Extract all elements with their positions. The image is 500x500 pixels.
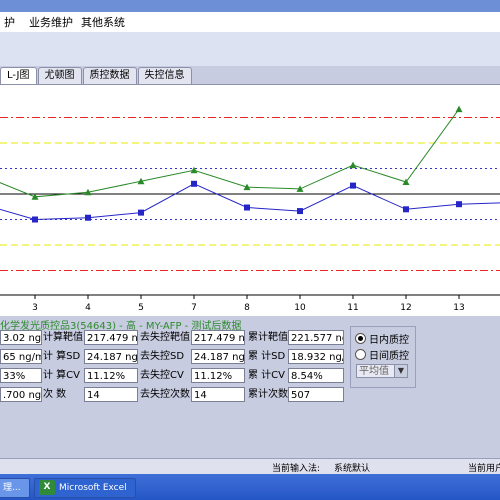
- menu-item-maintenance[interactable]: 护: [0, 14, 19, 30]
- lj-chart: 3 4 5 7 8 10 11 12 13: [0, 105, 500, 313]
- qc-info-panel: 化学发光质控品3(54643) - 高 - MY-AFP - 测试后数据 3.0…: [0, 316, 500, 458]
- excl-sd-field: 24.187 ng/: [191, 349, 245, 364]
- lj-chart-panel: 3 4 5 7 8 10 11 12 13: [0, 84, 500, 317]
- taskbar-excel-button[interactable]: X Microsoft Excel: [34, 478, 136, 498]
- cum-cv-label: 累 计CV: [248, 370, 286, 381]
- x-tick-label: 8: [244, 303, 250, 313]
- series-line-1: [0, 108, 460, 198]
- calc-target-label: 计算靶值: [43, 332, 83, 343]
- x-tick-label: 5: [138, 303, 144, 313]
- radio-dot-selected: [355, 333, 366, 344]
- current-count-field: .700 ng/: [0, 387, 42, 402]
- data-point: [190, 166, 198, 174]
- window-titlebar: [0, 0, 500, 12]
- radio-dot: [355, 349, 366, 360]
- cum-sd-label: 累 计SD: [248, 351, 286, 362]
- cum-count-label: 累计次数: [248, 389, 288, 400]
- cum-target-field: 221.577 ng: [288, 330, 344, 345]
- current-value-field: 3.02 ng/: [0, 330, 42, 345]
- status-bar: 当前输入法: 系统默认 当前用户: [0, 458, 500, 475]
- menu-item-business-maintenance[interactable]: 业务维护: [25, 14, 77, 30]
- radio-intra-day-label: 日内质控: [369, 335, 409, 346]
- current-sd-field: 65 ng/ml: [0, 349, 42, 364]
- data-point: [403, 206, 409, 213]
- chevron-down-icon[interactable]: ▼: [394, 365, 407, 377]
- tab-youden-chart[interactable]: 尤顿图: [37, 67, 82, 84]
- cum-sd-field: 18.932 ng/: [288, 349, 344, 364]
- excl-target-field: 217.479 ng: [191, 330, 245, 345]
- data-point: [349, 161, 357, 169]
- statistic-dropdown-value: 平均值: [359, 366, 389, 377]
- current-cv-field: 33%: [0, 368, 42, 383]
- tab-bar: L-J图 尤顿图 质控数据 失控信息: [0, 66, 500, 84]
- menu-bar: 护 业务维护 其他系统: [0, 12, 500, 32]
- tab-out-of-control-info[interactable]: 失控信息: [137, 67, 192, 84]
- calc-target-field: 217.479 ng: [84, 330, 138, 345]
- data-point: [85, 214, 91, 221]
- radio-inter-day-qc[interactable]: 日间质控: [355, 347, 409, 362]
- data-point: [138, 209, 144, 216]
- excl-count-label: 去失控次数: [140, 389, 190, 400]
- calc-cv-field: 11.12%: [84, 368, 138, 383]
- x-tick-label: 13: [453, 303, 464, 313]
- data-point: [244, 204, 250, 211]
- tab-lj-chart[interactable]: L-J图: [0, 67, 37, 84]
- calc-count-field: 14: [84, 387, 138, 402]
- excel-icon: X: [39, 480, 55, 495]
- radio-intra-day-qc[interactable]: 日内质控: [355, 331, 409, 346]
- calc-count-label: 次 数: [43, 389, 67, 400]
- calc-sd-label: 计 算SD: [43, 351, 81, 362]
- data-point: [456, 201, 462, 208]
- cum-target-label: 累计靶值: [248, 332, 288, 343]
- x-tick-label: 12: [400, 303, 411, 313]
- input-method-value: 系统默认: [334, 464, 371, 474]
- data-point: [297, 208, 303, 215]
- statistic-dropdown[interactable]: 平均值 ▼: [356, 364, 408, 378]
- x-tick-label: 7: [191, 303, 197, 313]
- series-line-2: [0, 183, 500, 221]
- taskbar-excel-label: Microsoft Excel: [59, 483, 127, 493]
- data-point: [455, 105, 463, 113]
- x-tick-label: 10: [294, 303, 306, 313]
- calc-cv-label: 计 算CV: [43, 370, 81, 381]
- taskbar-app-button[interactable]: 理...: [0, 478, 30, 498]
- tab-qc-data[interactable]: 质控数据: [82, 67, 137, 84]
- excl-cv-label: 去失控CV: [140, 370, 184, 381]
- data-point: [191, 180, 197, 187]
- x-tick-label: 4: [85, 303, 91, 313]
- taskbar: 理... X Microsoft Excel: [0, 474, 500, 500]
- excl-count-field: 14: [191, 387, 245, 402]
- x-tick-label: 11: [347, 303, 358, 313]
- cum-count-field: 507: [288, 387, 344, 402]
- excl-target-label: 去失控靶值: [140, 332, 190, 343]
- data-point: [350, 182, 356, 189]
- menu-item-other-systems[interactable]: 其他系统: [77, 14, 129, 30]
- excl-sd-label: 去失控SD: [140, 351, 185, 362]
- excl-cv-field: 11.12%: [191, 368, 245, 383]
- calc-sd-field: 24.187 ng/: [84, 349, 138, 364]
- taskbar-app-label: 理...: [3, 483, 21, 493]
- data-point: [32, 216, 38, 223]
- cum-cv-field: 8.54%: [288, 368, 344, 383]
- toolbar: [0, 32, 500, 67]
- input-method-label: 当前输入法:: [272, 464, 321, 474]
- current-user-label: 当前用户: [468, 464, 500, 474]
- radio-inter-day-label: 日间质控: [369, 351, 409, 362]
- x-tick-label: 3: [32, 303, 38, 313]
